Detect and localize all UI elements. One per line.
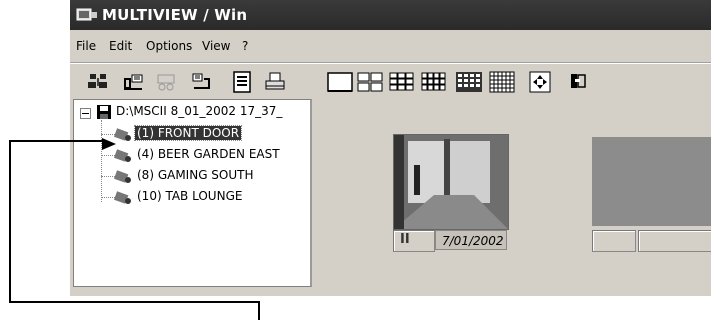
app-icon bbox=[76, 7, 98, 23]
layout-9-icon[interactable] bbox=[388, 71, 416, 93]
open-icon[interactable] bbox=[122, 71, 146, 93]
pause-button[interactable]: II bbox=[393, 230, 435, 252]
layout-4-icon[interactable] bbox=[356, 71, 384, 93]
callout-line-tail bbox=[258, 301, 260, 320]
menu-edit[interactable]: Edit bbox=[109, 39, 132, 53]
layout-16-icon[interactable] bbox=[455, 71, 483, 93]
viewer-area: II 7/01/2002 bbox=[313, 99, 711, 285]
disabled-icon[interactable] bbox=[154, 71, 178, 93]
main-window: MULTIVIEW / Win File Edit Options View ? bbox=[70, 0, 711, 296]
camera-video-tile[interactable] bbox=[393, 134, 509, 230]
export-icon[interactable] bbox=[190, 71, 214, 93]
camera-tree: D:\MSCII 8_01_2002 17_37_ (1) FRONT DOOR… bbox=[73, 99, 312, 287]
callout-line-vertical bbox=[9, 140, 11, 303]
camera-icon bbox=[113, 127, 132, 141]
pause-icon: II bbox=[400, 232, 410, 247]
layout-12-icon[interactable] bbox=[420, 71, 448, 93]
layout-1-icon[interactable] bbox=[326, 71, 354, 93]
menu-bar: File Edit Options View ? bbox=[70, 30, 711, 63]
collapse-toggle-icon[interactable] bbox=[80, 108, 91, 119]
move-icon[interactable] bbox=[528, 71, 552, 93]
tile-status-right bbox=[638, 230, 711, 252]
layout-25-icon[interactable] bbox=[488, 71, 516, 93]
callout-arrowhead-icon bbox=[102, 135, 116, 154]
disk-icon bbox=[96, 104, 112, 124]
menu-view[interactable]: View bbox=[202, 39, 230, 53]
toolbar bbox=[70, 63, 711, 98]
callout-line-bottom bbox=[9, 301, 260, 303]
camera-group-icon[interactable] bbox=[86, 71, 110, 93]
camera-item-front-door[interactable]: (1) FRONT DOOR bbox=[133, 125, 243, 141]
title-bar: MULTIVIEW / Win bbox=[70, 0, 711, 30]
tree-root-label[interactable]: D:\MSCII 8_01_2002 17_37_ bbox=[116, 104, 282, 118]
print-icon[interactable] bbox=[263, 71, 287, 93]
menu-options[interactable]: Options bbox=[146, 39, 192, 53]
empty-video-tile[interactable] bbox=[592, 137, 711, 226]
camera-item-gaming-south[interactable]: (8) GAMING SOUTH bbox=[137, 168, 254, 182]
camera-icon bbox=[113, 148, 132, 162]
camera-item-beer-garden-east[interactable]: (4) BEER GARDEN EAST bbox=[137, 147, 280, 161]
window-title: MULTIVIEW / Win bbox=[102, 6, 248, 24]
menu-help[interactable]: ? bbox=[242, 39, 248, 53]
exit-icon[interactable] bbox=[566, 71, 590, 93]
callout-line-top bbox=[9, 140, 104, 142]
tile-status-left bbox=[592, 230, 636, 252]
menu-file[interactable]: File bbox=[76, 39, 96, 53]
camera-icon bbox=[113, 169, 132, 183]
camera-item-tab-lounge[interactable]: (10) TAB LOUNGE bbox=[137, 189, 242, 203]
list-icon[interactable] bbox=[230, 71, 254, 93]
camera-icon bbox=[113, 190, 132, 204]
video-date: 7/01/2002 bbox=[435, 230, 507, 250]
